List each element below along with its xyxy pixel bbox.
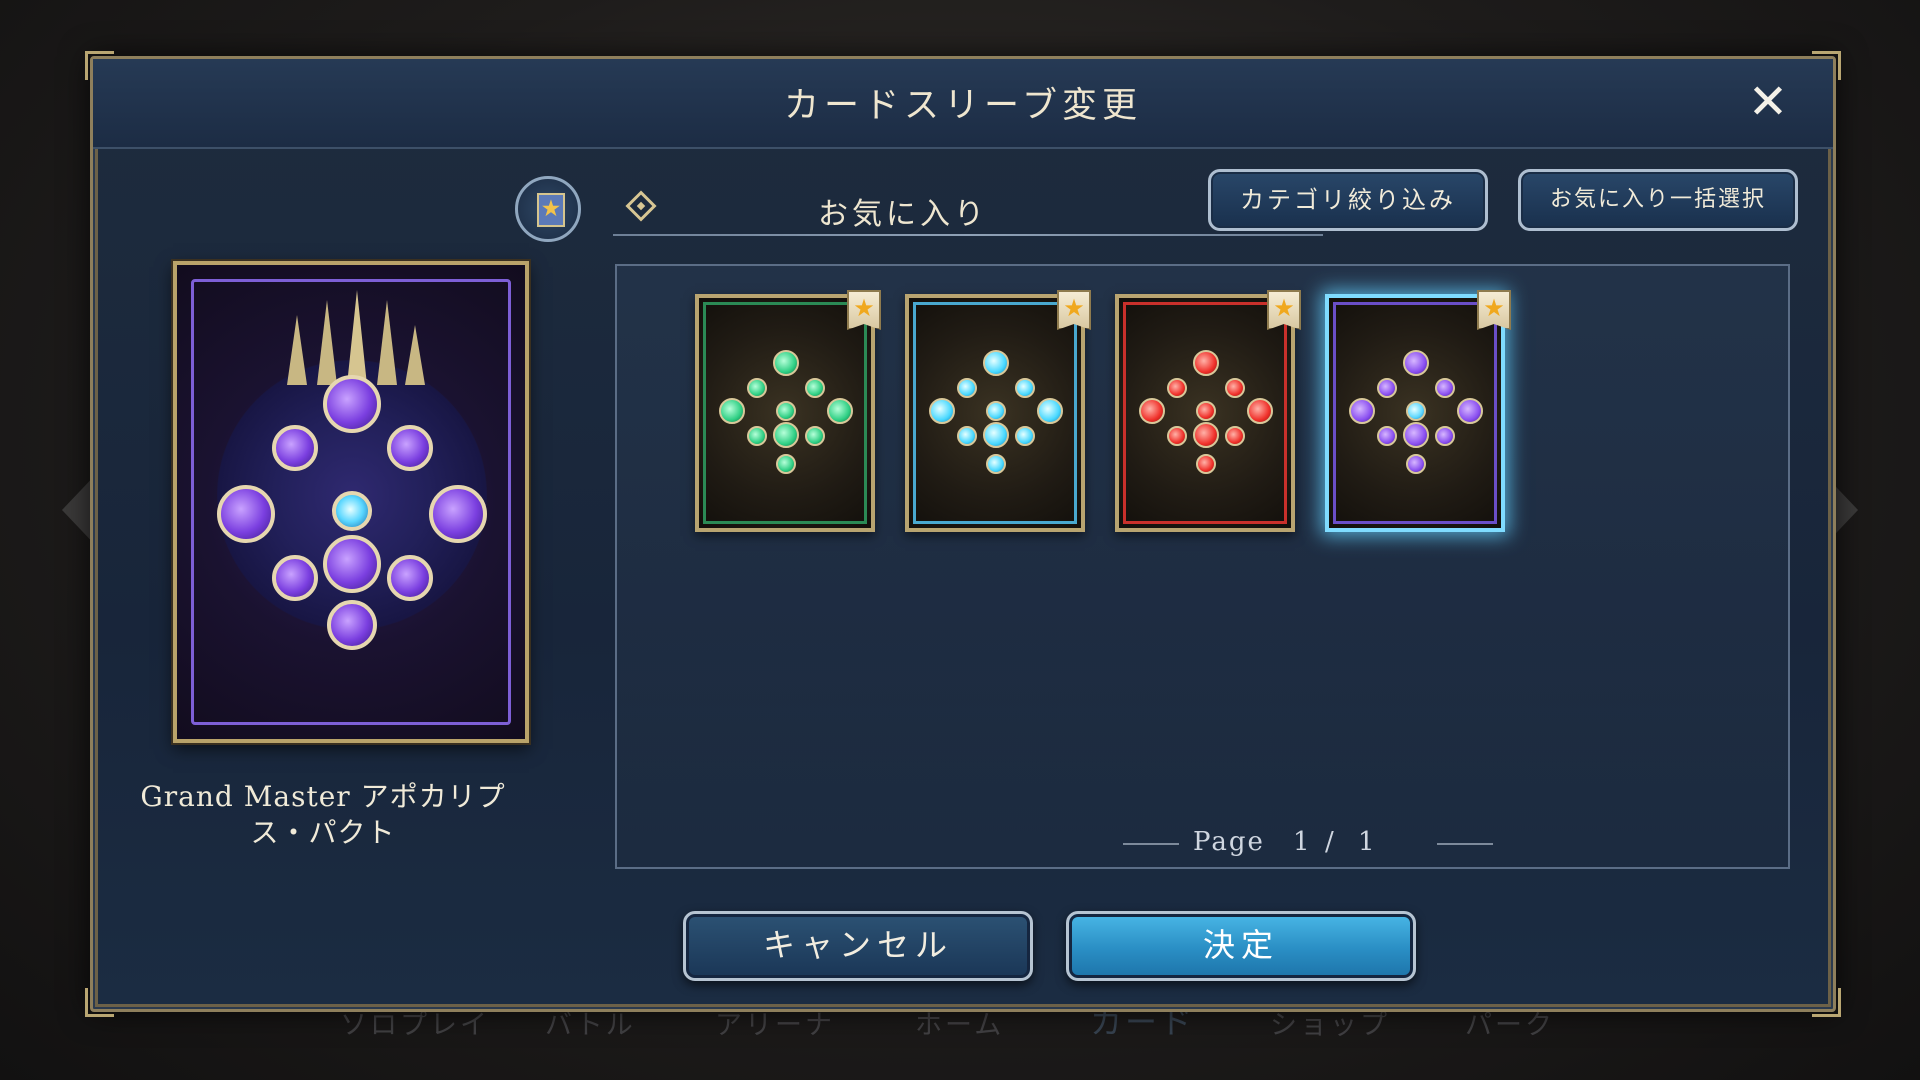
card-pip (1037, 398, 1063, 424)
card-pip (929, 398, 955, 424)
card-pip (1406, 454, 1426, 474)
sleeve-card-cyan[interactable]: ★ (905, 290, 1091, 532)
card-pip (986, 401, 1006, 421)
title-bar: カードスリーブ変更 ✕ (93, 59, 1833, 149)
card-pip (1196, 454, 1216, 474)
category-filter-button[interactable]: カテゴリ絞り込み (1208, 169, 1488, 231)
card-pip (1377, 426, 1397, 446)
favorite-star-icon[interactable]: ★ (847, 290, 881, 330)
card-pip (1435, 378, 1455, 398)
selected-sleeve-preview (173, 261, 529, 743)
frame-corner (1812, 988, 1841, 1017)
card-pip (983, 422, 1009, 448)
sleeve-name-line2: ス・パクト (250, 816, 396, 849)
preview-orb (323, 535, 381, 593)
card-pip (773, 350, 799, 376)
card-pip (1193, 350, 1219, 376)
preview-orb (272, 555, 318, 601)
card-pip (747, 426, 767, 446)
card-pip (957, 426, 977, 446)
preview-orb-center (332, 491, 372, 531)
card-pip (1349, 398, 1375, 424)
diamond-icon (625, 190, 657, 222)
sleeve-change-dialog: カードスリーブ変更 ✕ Grand Master アポカリプ ス・パクト ★ お… (85, 51, 1841, 1017)
card-pip (773, 422, 799, 448)
card-pip (957, 378, 977, 398)
sleeve-name-line1: Grand Master アポカリプ (140, 780, 506, 813)
favorite-star-icon[interactable]: ★ (1477, 290, 1511, 330)
page-separator: / (1325, 827, 1336, 857)
page-current: 1 (1293, 827, 1312, 857)
card-pip (776, 454, 796, 474)
bulk-favorite-select-button[interactable]: お気に入り一括選択 (1518, 169, 1798, 231)
card-pip (1247, 398, 1273, 424)
castle-emblem-icon (277, 290, 427, 385)
preview-orb (217, 485, 275, 543)
card-pip (1196, 401, 1216, 421)
preview-orb (272, 425, 318, 471)
preview-orb (323, 375, 381, 433)
pager-divider (1123, 843, 1179, 845)
preview-orb (387, 425, 433, 471)
confirm-button[interactable]: 決定 (1066, 911, 1416, 981)
sleeve-card-green[interactable]: ★ (695, 290, 881, 532)
favorite-tab-badge[interactable]: ★ (515, 176, 581, 242)
card-pip (1406, 401, 1426, 421)
page-label: Page (1193, 827, 1265, 857)
tab-underline (613, 234, 1323, 236)
card-pip (805, 426, 825, 446)
sleeve-card-purple-selected[interactable]: ★ (1325, 290, 1511, 532)
frame-corner (85, 988, 114, 1017)
card-pip (1435, 426, 1455, 446)
dialog-title: カードスリーブ変更 (784, 86, 1142, 126)
preview-orb (429, 485, 487, 543)
pagination: Page 1 / 1 (1113, 823, 1493, 863)
card-pip (983, 350, 1009, 376)
card-pip (1167, 426, 1187, 446)
card-pip (1377, 378, 1397, 398)
page-total: 1 (1358, 827, 1377, 857)
sleeve-grid: ★ ★ ★ ★ (615, 264, 1790, 869)
pager-divider (1437, 843, 1493, 845)
card-pip (827, 398, 853, 424)
card-pip (1015, 426, 1035, 446)
card-pip (1403, 350, 1429, 376)
card-pip (1193, 422, 1219, 448)
star-bookmark-icon: ★ (537, 193, 565, 227)
close-icon[interactable]: ✕ (1743, 77, 1793, 127)
sleeve-card-red[interactable]: ★ (1115, 290, 1301, 532)
preview-orb (387, 555, 433, 601)
card-pip (986, 454, 1006, 474)
favorite-star-icon[interactable]: ★ (1057, 290, 1091, 330)
card-pip (747, 378, 767, 398)
card-pip (1139, 398, 1165, 424)
selected-sleeve-name: Grand Master アポカリプ ス・パクト (113, 779, 533, 851)
tab-favorites[interactable]: お気に入り (693, 189, 1113, 233)
preview-orb (327, 600, 377, 650)
card-pip (1225, 378, 1245, 398)
card-pip (1403, 422, 1429, 448)
card-pip (1015, 378, 1035, 398)
card-pip (776, 401, 796, 421)
cancel-button[interactable]: キャンセル (683, 911, 1033, 981)
card-pip (805, 378, 825, 398)
card-pip (719, 398, 745, 424)
favorite-star-icon[interactable]: ★ (1267, 290, 1301, 330)
card-pip (1167, 378, 1187, 398)
card-pip (1225, 426, 1245, 446)
card-pip (1457, 398, 1483, 424)
